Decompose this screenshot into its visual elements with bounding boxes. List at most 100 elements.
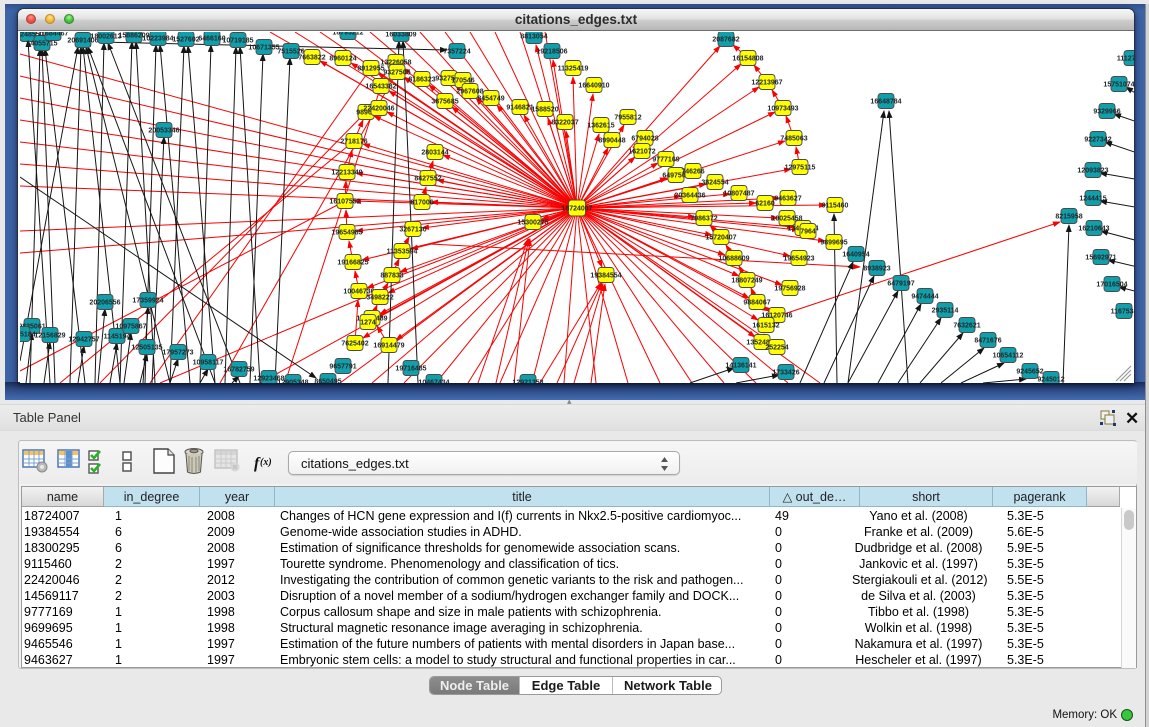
svg-text:1733426: 1733426 [772,370,799,377]
svg-text:10654112: 10654112 [993,353,1024,360]
svg-text:10973493: 10973493 [767,106,798,113]
svg-text:9777169: 9777169 [652,157,679,164]
svg-text:10467434: 10467434 [418,380,449,384]
svg-text:12093823: 12093823 [1077,168,1108,175]
svg-text:8215958: 8215958 [1055,214,1082,221]
svg-text:9329966: 9329966 [1093,109,1120,116]
svg-text:18724007: 18724007 [561,206,592,213]
svg-text:2087682: 2087682 [712,37,739,44]
svg-text:9245652: 9245652 [1016,369,1043,376]
svg-text:8960124: 8960124 [329,56,356,63]
svg-text:8471676: 8471676 [974,338,1001,345]
svg-text:18793212: 18793212 [332,32,363,37]
svg-text:7663822: 7663822 [298,55,325,62]
svg-text:3267130: 3267130 [399,227,426,234]
svg-text:12975115: 12975115 [785,165,816,172]
svg-text:16648784: 16648784 [870,99,901,106]
svg-text:19654985: 19654985 [331,230,362,237]
svg-text:9227342: 9227342 [1084,137,1111,144]
svg-text:19654923: 19654923 [783,256,814,263]
svg-text:2967608: 2967608 [456,89,483,96]
svg-text:10688609: 10688609 [718,256,749,263]
svg-text:17016504: 17016504 [1096,282,1127,289]
svg-text:16914479: 16914479 [373,343,404,350]
svg-text:7625402: 7625402 [341,341,368,348]
svg-text:1621072: 1621072 [628,149,655,156]
svg-text:746266: 746266 [681,169,704,176]
svg-text:9884067: 9884067 [743,300,770,307]
svg-text:19756928: 19756928 [774,286,805,293]
svg-text:3875685: 3875685 [431,99,458,106]
svg-text:2803144: 2803144 [421,150,448,157]
svg-text:62160: 62160 [755,201,775,208]
svg-text:1167534: 1167534 [1111,309,1134,316]
svg-text:7964: 7964 [800,229,816,236]
svg-text:8912955: 8912955 [357,66,384,73]
svg-text:10958117: 10958117 [193,360,224,367]
svg-text:12942757: 12942757 [68,337,99,344]
svg-text:11353594: 11353594 [387,249,418,256]
svg-text:11127518: 11127518 [1117,56,1134,63]
svg-text:9463627: 9463627 [774,196,801,203]
svg-text:2935114: 2935114 [932,308,959,315]
svg-text:1640954: 1640954 [842,252,869,259]
svg-text:14136141: 14136141 [725,363,756,370]
svg-text:7986372: 7986372 [690,216,717,223]
svg-text:1274: 1274 [360,320,376,327]
svg-text:9474444: 9474444 [911,294,938,301]
svg-text:16782759: 16782759 [223,367,254,374]
svg-text:16543382: 16543382 [365,84,396,91]
svg-text:10719185: 10719185 [222,38,253,45]
svg-text:6794028: 6794028 [631,136,658,143]
svg-text:16640910: 16640910 [578,83,609,90]
svg-text:10671355: 10671355 [248,45,279,52]
svg-text:15751074: 15751074 [1103,82,1134,89]
svg-text:19166825: 19166825 [337,260,368,267]
svg-text:16210643: 16210643 [1078,226,1109,233]
svg-text:12156829: 12156829 [34,333,65,340]
svg-text:18002613: 18002613 [90,34,121,41]
svg-text:1615132: 1615132 [752,323,779,330]
svg-text:16107552: 16107552 [329,199,360,206]
svg-text:19716485: 19716485 [395,366,426,373]
svg-text:16154808: 16154808 [732,56,763,63]
svg-text:8186323: 8186323 [408,77,435,84]
svg-text:(x): (x) [260,457,272,468]
svg-text:10807487: 10807487 [723,191,754,198]
svg-text:3915184: 3915184 [20,332,36,339]
svg-text:7485063: 7485063 [780,136,807,143]
svg-text:18807249: 18807249 [731,278,762,285]
svg-text:12213967: 12213967 [751,80,782,87]
svg-text:12921358: 12921358 [512,380,543,384]
svg-text:2718176: 2718176 [340,139,367,146]
svg-text:19218506: 19218506 [536,49,567,56]
svg-text:7357224: 7357224 [443,49,470,56]
svg-text:3824554: 3824554 [701,180,728,187]
svg-text:817006: 817006 [410,200,433,207]
svg-text:10975867: 10975867 [115,324,146,331]
svg-text:17359924: 17359924 [132,298,163,305]
svg-text:14055715: 14055715 [26,41,57,48]
svg-text:11684467: 11684467 [38,32,69,38]
svg-text:8322037: 8322037 [551,120,578,127]
svg-text:8650495: 8650495 [314,379,341,384]
svg-text:20364436: 20364436 [674,193,705,200]
svg-text:887833: 887833 [380,273,403,280]
svg-text:19384554: 19384554 [590,273,621,280]
svg-text:1145194: 1145194 [104,334,131,341]
svg-text:8427552: 8427552 [414,176,441,183]
svg-text:1362615: 1362615 [587,123,614,130]
svg-text:20053346: 20053346 [148,128,179,135]
svg-text:8454749: 8454749 [477,96,504,103]
svg-text:9115460: 9115460 [822,203,849,210]
svg-text:22420046: 22420046 [363,106,394,113]
svg-text:8990448: 8990448 [598,138,625,145]
svg-text:7632621: 7632621 [953,323,980,330]
svg-text:9899695: 9899695 [820,240,847,247]
svg-text:9146821: 9146821 [506,105,533,112]
svg-text:1527602: 1527602 [172,37,199,44]
svg-text:3498222: 3498222 [366,295,393,302]
svg-text:8813054: 8813054 [520,34,547,41]
svg-text:11325419: 11325419 [558,66,589,73]
svg-text:252254: 252254 [765,345,788,352]
